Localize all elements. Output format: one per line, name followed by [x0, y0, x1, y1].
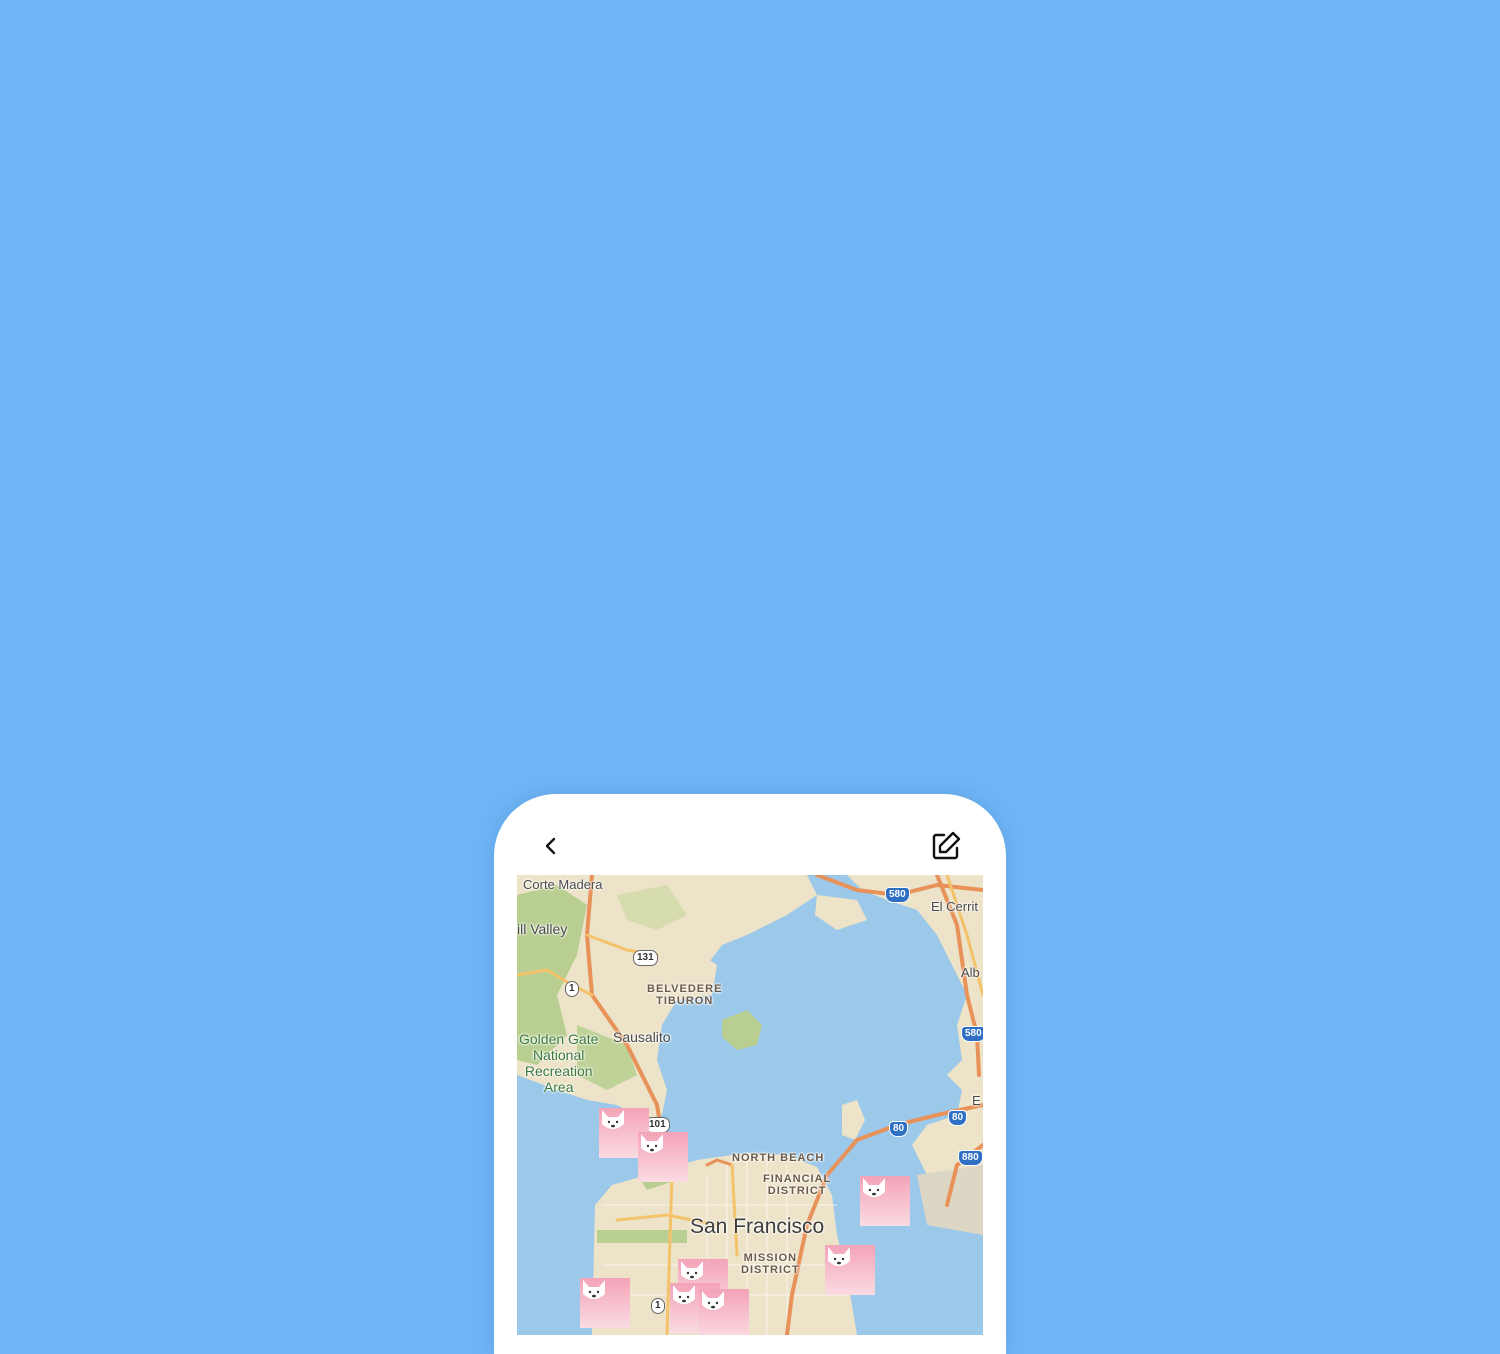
map-label-san-francisco: San Francisco	[690, 1215, 825, 1238]
mission-line-2: DISTRICT	[741, 1264, 800, 1276]
mission-line-1: MISSION	[743, 1252, 798, 1264]
route-shield-131: 131	[633, 950, 658, 966]
dog-marker[interactable]	[825, 1245, 875, 1295]
dog-marker[interactable]	[580, 1278, 630, 1328]
tiburon-text: TIBURON	[656, 995, 714, 1007]
phone-frame: Corte Madera ill Valley El Cerrit Alb E …	[494, 794, 1006, 1354]
financial-line-1: FINANCIAL	[763, 1173, 832, 1185]
dog-face-icon	[863, 1178, 885, 1197]
chevron-left-icon	[545, 837, 556, 855]
golden-gate-line-3: Recreation	[524, 1063, 593, 1079]
golden-gate-line-2: National	[533, 1047, 585, 1063]
golden-gate-line-4: Area	[543, 1079, 574, 1095]
pencil-square-icon	[932, 831, 961, 860]
back-button[interactable]	[531, 826, 571, 866]
map-label-north-beach: NORTH BEACH	[732, 1152, 825, 1164]
map-label-sausalito: Sausalito	[613, 1029, 671, 1045]
dog-face-icon	[681, 1261, 703, 1280]
route-shield-80: 80	[889, 1121, 909, 1137]
dog-face-icon	[583, 1280, 605, 1299]
route-shield-1: 1	[565, 981, 579, 997]
route-shield-580-b: 580	[961, 1026, 983, 1042]
map-label-belvedere: BELVEDERE TIBURON	[647, 983, 722, 1007]
map-label-golden-gate: Golden Gate National Recreation Area	[519, 1031, 598, 1095]
golden-gate-line-1: Golden Gate	[519, 1031, 599, 1047]
financial-line-2: DISTRICT	[767, 1185, 827, 1197]
belvedere-text: BELVEDERE	[647, 983, 723, 995]
map-label-albany: Alb	[961, 965, 980, 980]
route-shield-1-b: 1	[651, 1298, 665, 1314]
route-shield-880: 880	[958, 1150, 983, 1166]
map-label-mill-valley: ill Valley	[517, 921, 568, 937]
map-view[interactable]: Corte Madera ill Valley El Cerrit Alb E …	[517, 875, 983, 1335]
map-label-financial-district: FINANCIAL DISTRICT	[763, 1173, 831, 1197]
map-label-mission-district: MISSION DISTRICT	[741, 1252, 800, 1276]
top-bar	[494, 794, 1006, 874]
map-label-el-cerrito: El Cerrit	[931, 899, 978, 914]
dog-face-icon	[673, 1285, 695, 1304]
dog-face-icon	[602, 1110, 624, 1129]
dog-face-icon	[828, 1247, 850, 1266]
map-label-emeryville: E	[972, 1093, 981, 1108]
dog-marker[interactable]	[860, 1176, 910, 1226]
dog-marker[interactable]	[699, 1289, 749, 1335]
route-shield-580: 580	[885, 887, 910, 903]
route-shield-80-b: 80	[948, 1110, 968, 1126]
dog-marker[interactable]	[638, 1132, 688, 1182]
map-label-corte-madera: Corte Madera	[523, 877, 603, 892]
dog-face-icon	[641, 1134, 663, 1153]
edit-button[interactable]	[926, 826, 966, 866]
dog-face-icon	[702, 1291, 724, 1310]
